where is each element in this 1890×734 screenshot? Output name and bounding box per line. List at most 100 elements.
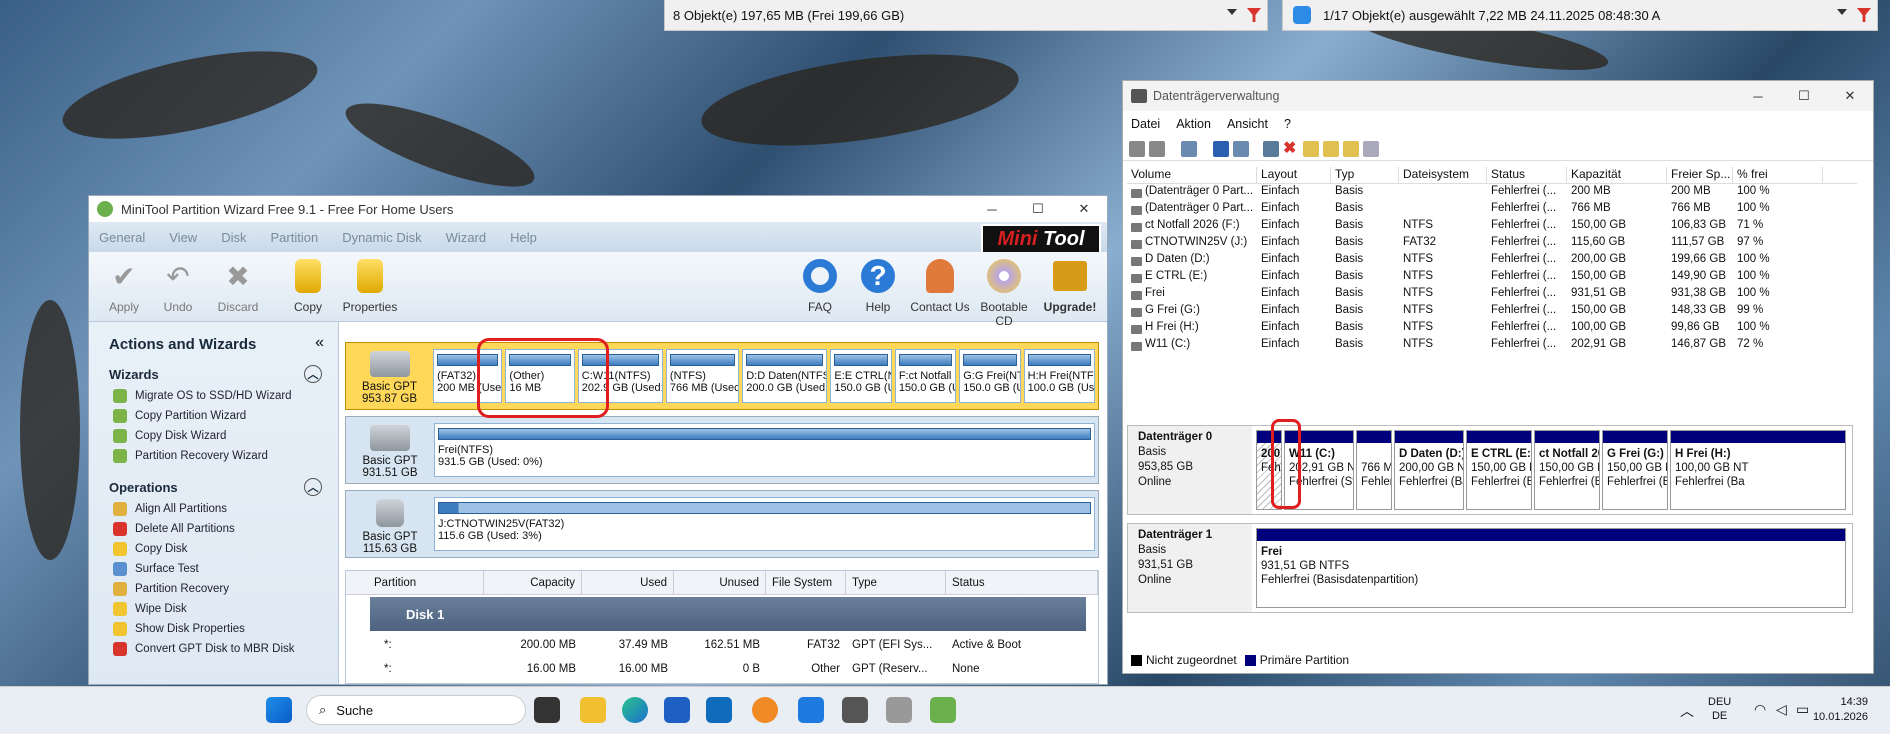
col-unused[interactable]: Unused [674, 571, 766, 594]
start-windows-icon[interactable] [266, 697, 292, 723]
op-copy-disk[interactable]: Copy Disk [89, 539, 338, 559]
task-view-icon[interactable] [534, 697, 560, 723]
delete-icon[interactable]: ✖ [1283, 141, 1299, 157]
col-filesystem[interactable]: File System [766, 571, 846, 594]
col-type[interactable]: Type [846, 571, 946, 594]
col-partition[interactable]: Partition [346, 571, 484, 594]
op-wipe-disk[interactable]: Wipe Disk [89, 599, 338, 619]
properties-icon[interactable] [1363, 141, 1379, 157]
volume-row[interactable]: E CTRL (E:) Einfach Basis NTFS Fehlerfrei (.… [1127, 270, 1857, 287]
op-surface-test[interactable]: Surface Test [89, 559, 338, 579]
partition-block[interactable]: E CTRL (E:) 150,00 GB NT Fehlerfrei (Ba [1466, 430, 1532, 510]
edge-icon[interactable] [622, 697, 648, 723]
store-icon[interactable] [664, 697, 690, 723]
col-prozent-frei[interactable]: % frei [1733, 167, 1823, 183]
connect-icon[interactable] [1263, 141, 1279, 157]
check-icon[interactable] [1303, 141, 1319, 157]
op-show-properties[interactable]: Show Disk Properties [89, 619, 338, 639]
disk-map-row[interactable]: Basic GPT 931.51 GB Frei(NTFS) 931.5 GB (U… [345, 416, 1099, 484]
app-icon[interactable] [886, 697, 912, 723]
forward-icon[interactable] [1149, 141, 1165, 157]
col-layout[interactable]: Layout [1257, 167, 1331, 183]
collapse-sidebar-icon[interactable]: « [315, 334, 324, 352]
menu-aktion[interactable]: Aktion [1176, 117, 1211, 131]
volume-row[interactable]: D Daten (D:) Einfach Basis NTFS Fehlerfrei (… [1127, 253, 1857, 270]
col-capacity[interactable]: Capacity [484, 571, 582, 594]
disk-map-row[interactable]: Basic GPT 115.63 GB J:CTNOTWIN25V(FAT32) 1… [345, 490, 1099, 558]
volume-row[interactable]: Frei Einfach Basis NTFS Fehlerfrei (... 931,5… [1127, 287, 1857, 304]
copy-button[interactable]: Copy [277, 256, 339, 314]
properties-button[interactable]: Properties [339, 256, 401, 314]
wizard-item-partition-recovery[interactable]: Partition Recovery Wizard [89, 446, 338, 466]
volume-row[interactable]: G Frei (G:) Einfach Basis NTFS Fehlerfrei (.… [1127, 304, 1857, 321]
chevron-down-icon[interactable] [1227, 9, 1237, 15]
filter-icon[interactable] [1247, 8, 1261, 22]
col-freier-speicher[interactable]: Freier Sp... [1667, 167, 1733, 183]
partition-block[interactable]: H Frei (H:) 100,00 GB NT Fehlerfrei (Ba [1670, 430, 1846, 510]
file-explorer-icon[interactable] [580, 697, 606, 723]
outlook-icon[interactable] [706, 697, 732, 723]
word-icon[interactable] [798, 697, 824, 723]
filter-icon[interactable] [1857, 8, 1871, 22]
op-partition-recovery[interactable]: Partition Recovery [89, 579, 338, 599]
partition-block[interactable]: Frei(NTFS) 931.5 GB (Used: 0%) [434, 423, 1095, 477]
menu-disk[interactable]: Disk [221, 230, 246, 245]
wifi-icon[interactable]: ◠ [1754, 701, 1766, 718]
volume-row[interactable]: (Datenträger 0 Part... Einfach Basis Fehler… [1127, 202, 1857, 219]
partition-block[interactable]: 766 M Fehler [1356, 430, 1392, 510]
minitool-taskbar-icon[interactable] [930, 697, 956, 723]
language-indicator[interactable]: DEU DE [1708, 695, 1731, 723]
col-volume[interactable]: Volume [1127, 167, 1257, 183]
partition-block[interactable]: J:CTNOTWIN25V(FAT32) 115.6 GB (Used: 3%) [434, 497, 1095, 551]
undo-button[interactable]: ↶ Undo [147, 256, 209, 315]
partition-block[interactable]: G Frei (G:) 150,00 GB NT Fehlerfrei (Ba [1602, 430, 1668, 510]
table-row[interactable]: *: 200.00 MB 37.49 MB 162.51 MB FAT32 GP… [346, 633, 1098, 657]
disk-map-row[interactable]: Basic GPT 953.87 GB (FAT32) 200 MB (Usec (… [345, 342, 1099, 410]
help-icon[interactable] [1213, 141, 1229, 157]
recycle-icon[interactable] [1293, 6, 1311, 24]
menu-view[interactable]: View [169, 230, 197, 245]
apply-button[interactable]: ✔ Apply [93, 256, 155, 315]
volume-row[interactable]: H Frei (H:) Einfach Basis NTFS Fehlerfrei (.… [1127, 321, 1857, 338]
upgrade-button[interactable]: Upgrade! [1039, 256, 1101, 314]
partition-block[interactable]: D Daten (D:) 200,00 GB NTI Fehlerfrei (Bas [1394, 430, 1464, 510]
partition-block[interactable]: (NTFS) 766 MB (Usec [665, 349, 740, 403]
col-status[interactable]: Status [1487, 167, 1567, 183]
partition-block[interactable]: G:G Frei(NT 150.0 GB (U [959, 349, 1021, 403]
partition-frei[interactable]: Frei 931,51 GB NTFS Fehlerfrei (Basisdat… [1256, 528, 1846, 608]
partition-block[interactable]: F:ct Notfall 150.0 GB (U [894, 349, 957, 403]
minimize-button[interactable]: ─ [1735, 81, 1781, 111]
faq-button[interactable]: FAQ [789, 256, 851, 314]
menu-general[interactable]: General [99, 230, 145, 245]
op-align-all[interactable]: Align All Partitions [89, 499, 338, 519]
col-used[interactable]: Used [582, 571, 674, 594]
app-icon[interactable] [752, 697, 778, 723]
op-convert-gpt[interactable]: Convert GPT Disk to MBR Disk [89, 639, 338, 659]
maximize-button[interactable]: ☐ [1015, 196, 1061, 222]
col-dateisystem[interactable]: Dateisystem [1399, 167, 1487, 183]
disk-group-row[interactable]: Disk 1 [370, 597, 1086, 631]
search-box[interactable]: ⌕ Suche [306, 695, 526, 725]
wizard-item-copy-partition[interactable]: Copy Partition Wizard [89, 406, 338, 426]
menu-ansicht[interactable]: Ansicht [1227, 117, 1268, 131]
volume-row[interactable]: ct Notfall 2026 (F:) Einfach Basis NTFS Fehl… [1127, 219, 1857, 236]
up-folder-icon[interactable] [1323, 141, 1339, 157]
volume-icon[interactable]: ◁ [1776, 701, 1787, 718]
menu-datei[interactable]: Datei [1131, 117, 1160, 131]
menu-help[interactable]: Help [510, 230, 537, 245]
col-status[interactable]: Status [946, 571, 1098, 594]
close-button[interactable]: ✕ [1827, 81, 1873, 111]
chevron-up-icon[interactable]: ︿ [304, 365, 322, 383]
disk-1-graphic[interactable]: Datenträger 1 Basis 931,51 GB Online Fre… [1127, 523, 1853, 613]
contact-button[interactable]: Contact Us [909, 256, 971, 314]
back-icon[interactable] [1129, 141, 1145, 157]
op-delete-all[interactable]: Delete All Partitions [89, 519, 338, 539]
minimize-button[interactable]: ─ [969, 196, 1015, 222]
battery-icon[interactable]: ▭ [1796, 701, 1809, 718]
partition-block[interactable]: H:H Frei(NTF 100.0 GB (Use [1023, 349, 1095, 403]
wizard-item-migrate-os[interactable]: Migrate OS to SSD/HD Wizard [89, 386, 338, 406]
menu-partition[interactable]: Partition [270, 230, 318, 245]
clock[interactable]: 14:39 10.01.2026 [1812, 695, 1868, 725]
bootable-cd-button[interactable]: Bootable CD [973, 256, 1035, 328]
partition-block[interactable]: E:E CTRL(N 150.0 GB (U [830, 349, 892, 403]
